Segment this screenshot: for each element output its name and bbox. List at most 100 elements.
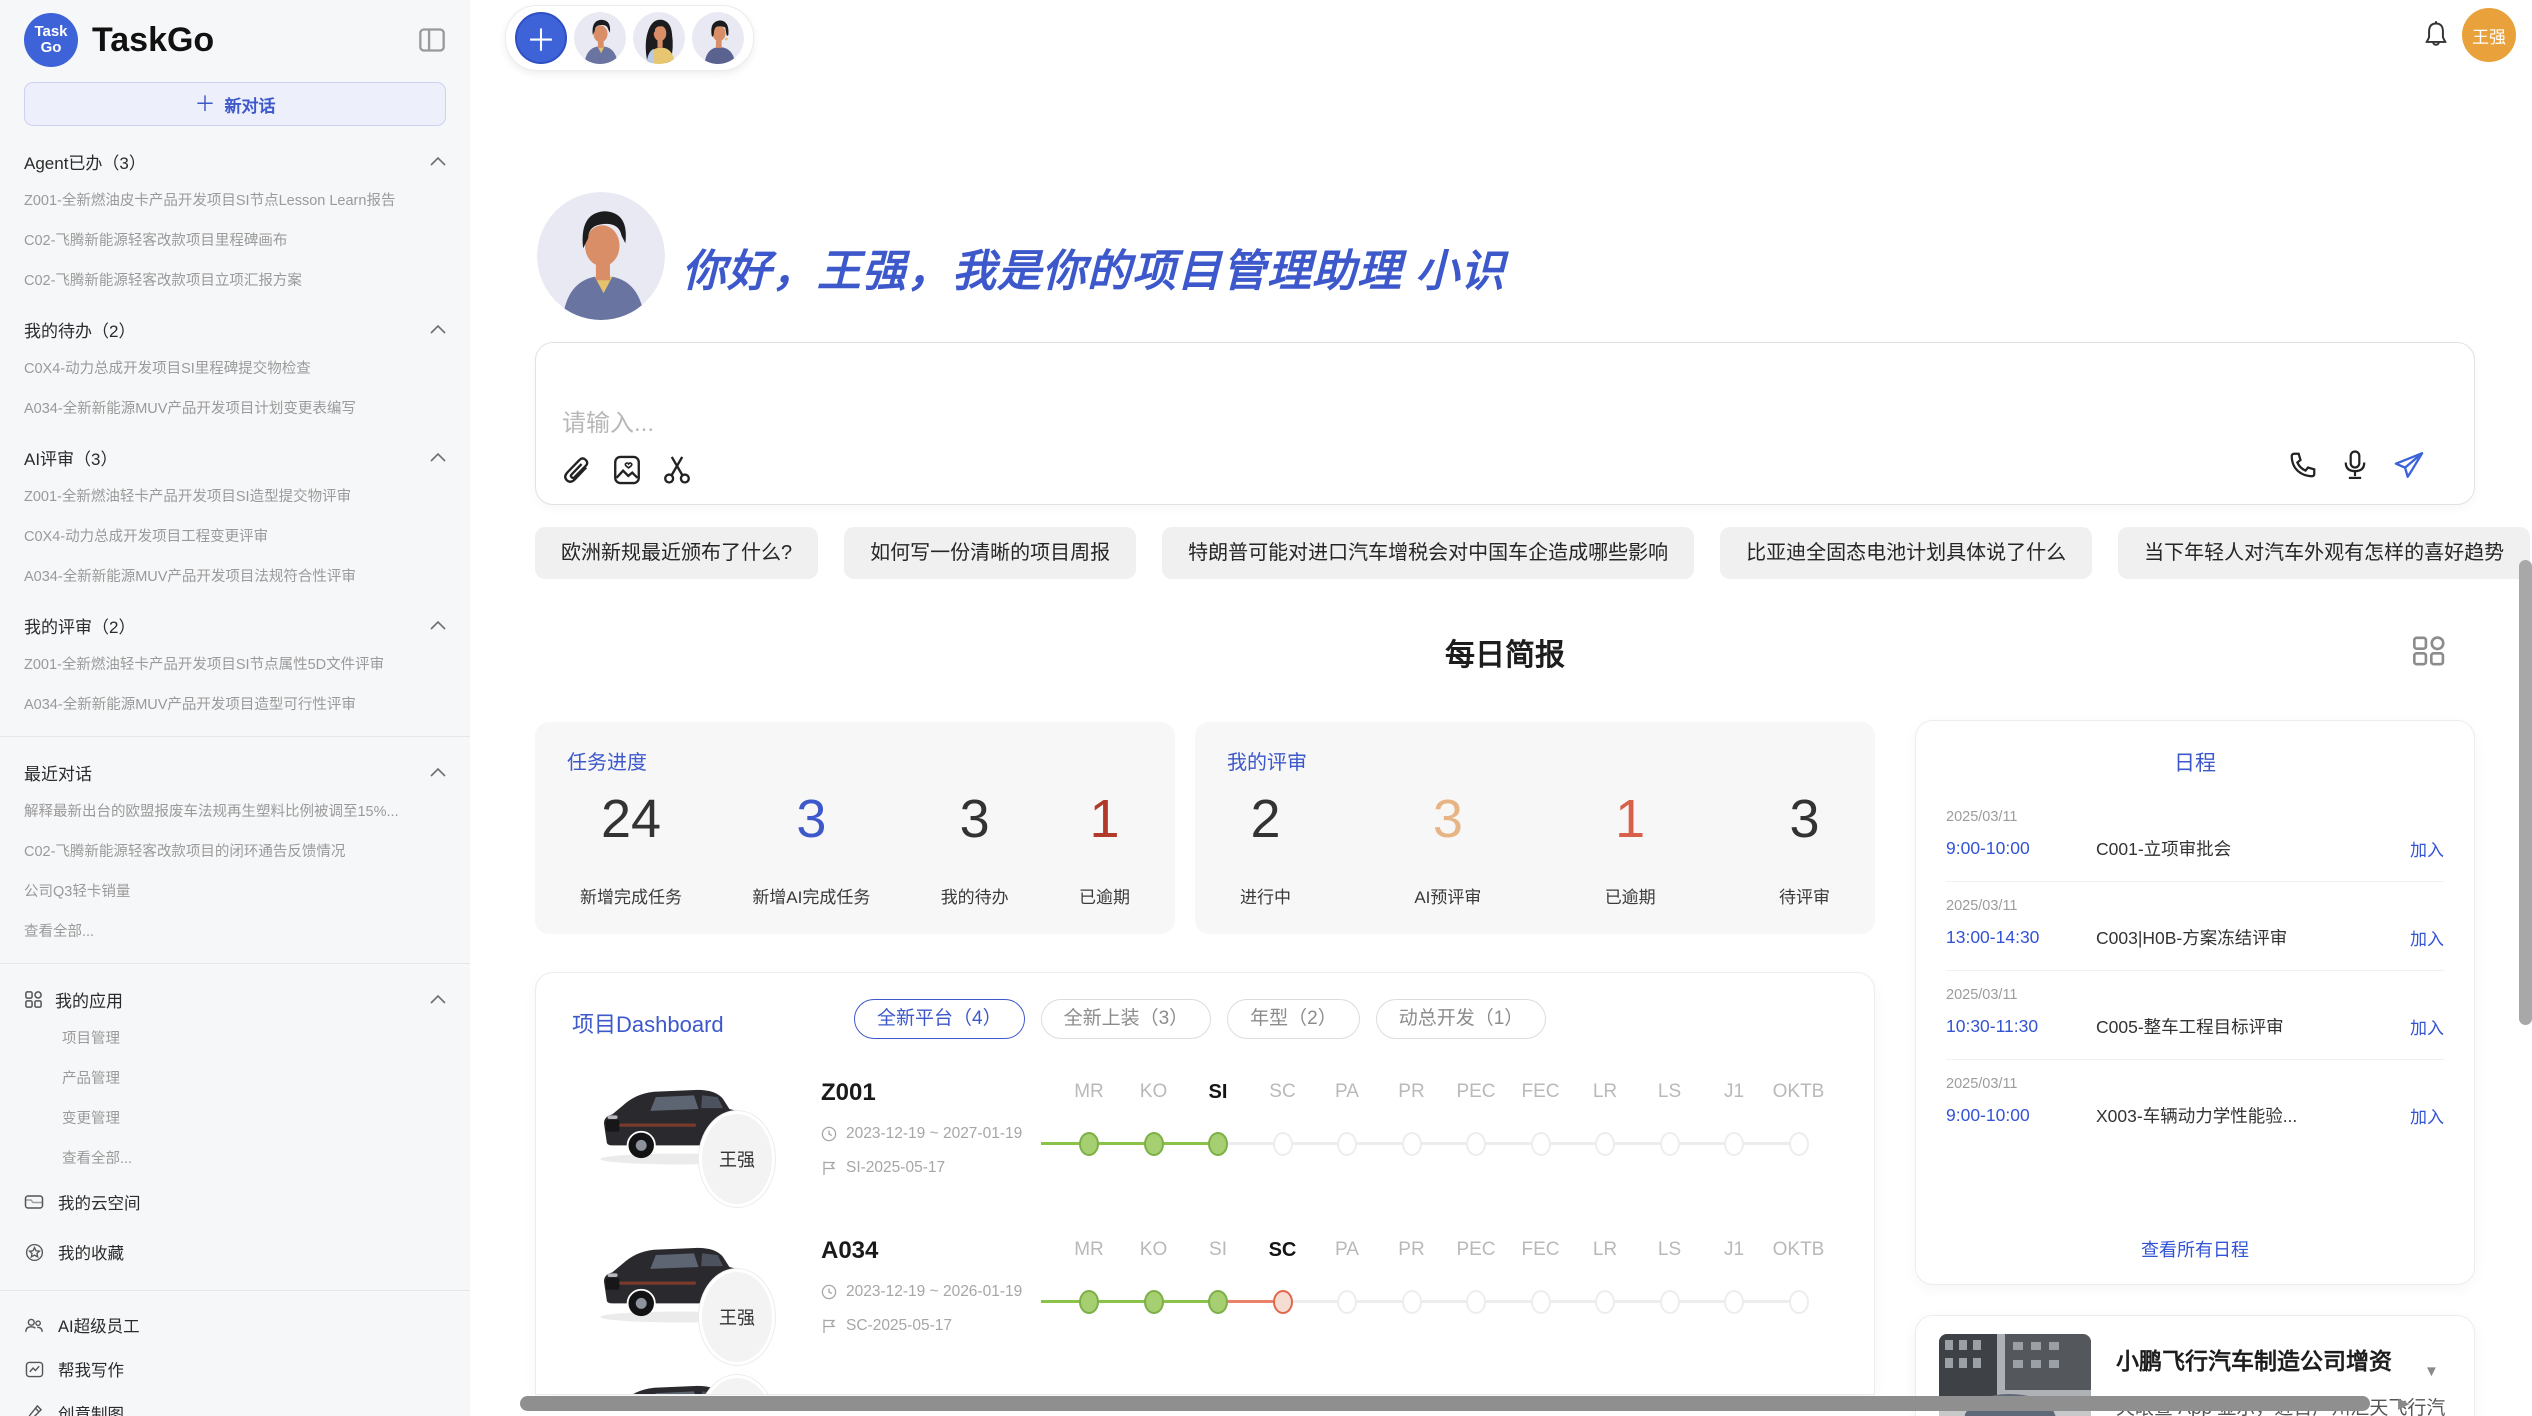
sidebar-task-item[interactable]: C02-飞腾新能源轻客改款项目立项汇报方案	[24, 268, 446, 294]
scroll-right-arrow-icon[interactable]: ▶	[2398, 1394, 2410, 1412]
agent-avatar-3[interactable]	[692, 12, 744, 64]
join-meeting-link[interactable]: 加入	[2410, 925, 2444, 950]
my-apps-title: 我的应用	[55, 987, 123, 1012]
recent-chat-item[interactable]: 查看全部...	[24, 919, 446, 945]
schedule-name: C003|H0B-方案冻结评审	[2096, 925, 2398, 950]
agent-avatar-1[interactable]	[574, 12, 626, 64]
milestone-dot	[1402, 1132, 1422, 1156]
sidebar-section-header[interactable]: AI评审（3）	[24, 444, 446, 470]
sidebar-link-帮我写作[interactable]: 帮我写作	[24, 1347, 446, 1391]
dashboard-tabs: 全新平台（4） 全新上装（3） 年型（2） 动总开发（1）	[854, 999, 1546, 1039]
join-meeting-link[interactable]: 加入	[2410, 1103, 2444, 1128]
paperclip-icon[interactable]	[561, 453, 593, 487]
my-apps-item[interactable]: 变更管理	[24, 1106, 446, 1132]
my-apps-item[interactable]: 产品管理	[24, 1066, 446, 1092]
sidebar-link-我的云空间[interactable]: 我的云空间	[24, 1182, 446, 1222]
milestone-dot	[1402, 1290, 1422, 1314]
dashboard-tab[interactable]: 动总开发（1）	[1376, 999, 1547, 1039]
agent-switcher-pill: ＋	[505, 5, 754, 71]
stat-item: 3新增AI完成任务	[752, 788, 870, 908]
recent-chat-item[interactable]: C02-飞腾新能源轻客改款项目的闭环通告反馈情况	[24, 839, 446, 865]
milestone-label: OKTB	[1764, 1081, 1834, 1103]
recent-chats-header[interactable]: 最近对话	[24, 759, 446, 785]
sidebar-section-header[interactable]: 我的待办（2）	[24, 316, 446, 342]
image-icon[interactable]	[611, 453, 643, 487]
sidebar-task-item[interactable]: Z001-全新燃油轻卡产品开发项目SI节点属性5D文件评审	[24, 652, 446, 678]
chat-input[interactable]	[560, 401, 2164, 445]
project-row[interactable]: 王强A0342023-12-19 ~ 2026-01-19SC-2025-05-…	[536, 1219, 1874, 1377]
stat-row: 24新增完成任务3新增AI完成任务3我的待办1已逾期	[580, 788, 1130, 908]
scissors-icon[interactable]	[661, 453, 693, 487]
sidebar-section-header[interactable]: Agent已办（3）	[24, 148, 446, 174]
my-apps-header[interactable]: 我的应用	[24, 986, 446, 1012]
sidebar-task-item[interactable]: C02-飞腾新能源轻客改款项目里程碑画布	[24, 228, 446, 254]
app-root: Task Go TaskGo ＋ 新对话 Agent已办（3）Z001-全新燃油…	[0, 0, 2532, 1416]
vertical-scrollbar[interactable]	[2519, 560, 2532, 1025]
suggestion-chip[interactable]: 如何写一份清晰的项目周报	[844, 527, 1136, 579]
pen-icon	[24, 1404, 44, 1416]
suggestion-chip[interactable]: 比亚迪全固态电池计划具体说了什么	[1720, 527, 2092, 579]
scroll-down-arrow-icon[interactable]: ▼	[2424, 1363, 2439, 1380]
logo-line2: Go	[41, 40, 62, 56]
stat-row: 2进行中3AI预评审1已逾期3待评审	[1240, 788, 1830, 908]
sidebar-task-item[interactable]: C0X4-动力总成开发项目SI里程碑提交物检查	[24, 356, 446, 382]
user-avatar[interactable]: 王强	[2462, 8, 2516, 62]
schedule-name: C005-整车工程目标评审	[2096, 1014, 2398, 1039]
sidebar-task-item[interactable]: Z001-全新燃油轻卡产品开发项目SI造型提交物评审	[24, 484, 446, 510]
join-meeting-link[interactable]: 加入	[2410, 1014, 2444, 1039]
schedule-item: 2025/03/11 10:30-11:30C005-整车工程目标评审加入	[1946, 971, 2444, 1060]
my-apps-item[interactable]: 查看全部...	[24, 1146, 446, 1172]
sidebar-link-我的收藏[interactable]: 我的收藏	[24, 1232, 446, 1272]
schedule-row: 10:30-11:30C005-整车工程目标评审加入	[1946, 1014, 2444, 1039]
write-icon	[24, 1361, 44, 1378]
phone-icon[interactable]	[2288, 450, 2318, 480]
sidebar-task-item[interactable]: A034-全新新能源MUV产品开发项目法规符合性评审	[24, 564, 446, 590]
mic-icon[interactable]	[2340, 449, 2370, 481]
sidebar-task-item[interactable]: C0X4-动力总成开发项目工程变更评审	[24, 524, 446, 550]
sidebar-task-item[interactable]: A034-全新新能源MUV产品开发项目计划变更表编写	[24, 396, 446, 422]
milestone-dot	[1273, 1290, 1293, 1314]
sidebar-space-links: 我的云空间我的收藏	[24, 1182, 446, 1272]
suggestion-chip[interactable]: 当下年轻人对汽车外观有怎样的喜好趋势	[2118, 527, 2530, 579]
agent-avatar-2[interactable]	[633, 12, 685, 64]
view-all-schedule-link[interactable]: 查看所有日程	[1916, 1236, 2474, 1262]
my-apps-item[interactable]: 项目管理	[24, 1026, 446, 1052]
suggestion-chip[interactable]: 欧洲新规最近颁布了什么?	[535, 527, 818, 579]
apps-grid-icon	[24, 990, 43, 1009]
milestone-label: LR	[1570, 1081, 1640, 1103]
sidebar-collapse-icon[interactable]	[418, 27, 446, 53]
milestone-label: SC	[1248, 1081, 1318, 1103]
milestone-label: MR	[1054, 1081, 1124, 1103]
sidebar-link-label: AI超级员工	[58, 1313, 140, 1337]
date-range-text: 2023-12-19 ~ 2026-01-19	[846, 1283, 1022, 1301]
sidebar-link-AI超级员工[interactable]: AI超级员工	[24, 1303, 446, 1347]
recent-chat-item[interactable]: 解释最新出台的欧盟报废车法规再生塑料比例被调至15%...	[24, 799, 446, 825]
add-agent-button[interactable]: ＋	[515, 12, 567, 64]
sidebar-task-sections: Agent已办（3） Z001-全新燃油皮卡产品开发项目SI节点Lesson Le…	[24, 148, 446, 718]
project-row[interactable]	[536, 1377, 1874, 1395]
horizontal-scrollbar[interactable]	[520, 1396, 2370, 1411]
layout-grid-icon[interactable]	[2410, 634, 2448, 673]
notifications-bell-icon[interactable]	[2422, 20, 2450, 55]
sidebar-link-创意制图[interactable]: 创意制图	[24, 1391, 446, 1416]
sidebar-task-item[interactable]: Z001-全新燃油皮卡产品开发项目SI节点Lesson Learn报告	[24, 188, 446, 214]
suggestion-chip[interactable]: 特朗普可能对进口汽车增税会对中国车企造成哪些影响	[1162, 527, 1694, 579]
join-meeting-link[interactable]: 加入	[2410, 836, 2444, 861]
sidebar-task-item[interactable]: A034-全新新能源MUV产品开发项目造型可行性评审	[24, 692, 446, 718]
dashboard-tab[interactable]: 全新平台（4）	[854, 999, 1025, 1039]
schedule-date: 2025/03/11	[1946, 898, 2444, 914]
sidebar-section-header[interactable]: 我的评审（2）	[24, 612, 446, 638]
send-icon[interactable]	[2392, 449, 2426, 481]
schedule-title: 日程	[1916, 747, 2474, 777]
project-row[interactable]: 王强Z0012023-12-19 ~ 2027-01-19SI-2025-05-…	[536, 1061, 1874, 1219]
dashboard-tab[interactable]: 年型（2）	[1227, 999, 1360, 1039]
milestone-dot	[1789, 1290, 1809, 1314]
new-chat-button[interactable]: ＋ 新对话	[24, 82, 446, 126]
schedule-date: 2025/03/11	[1946, 987, 2444, 1003]
schedule-time: 9:00-10:00	[1946, 838, 2096, 859]
dashboard-tab[interactable]: 全新上装（3）	[1041, 999, 1212, 1039]
chat-composer	[535, 342, 2475, 505]
milestone-dot	[1789, 1132, 1809, 1156]
recent-chat-item[interactable]: 公司Q3轻卡销量	[24, 879, 446, 905]
milestone-dot	[1144, 1132, 1164, 1156]
